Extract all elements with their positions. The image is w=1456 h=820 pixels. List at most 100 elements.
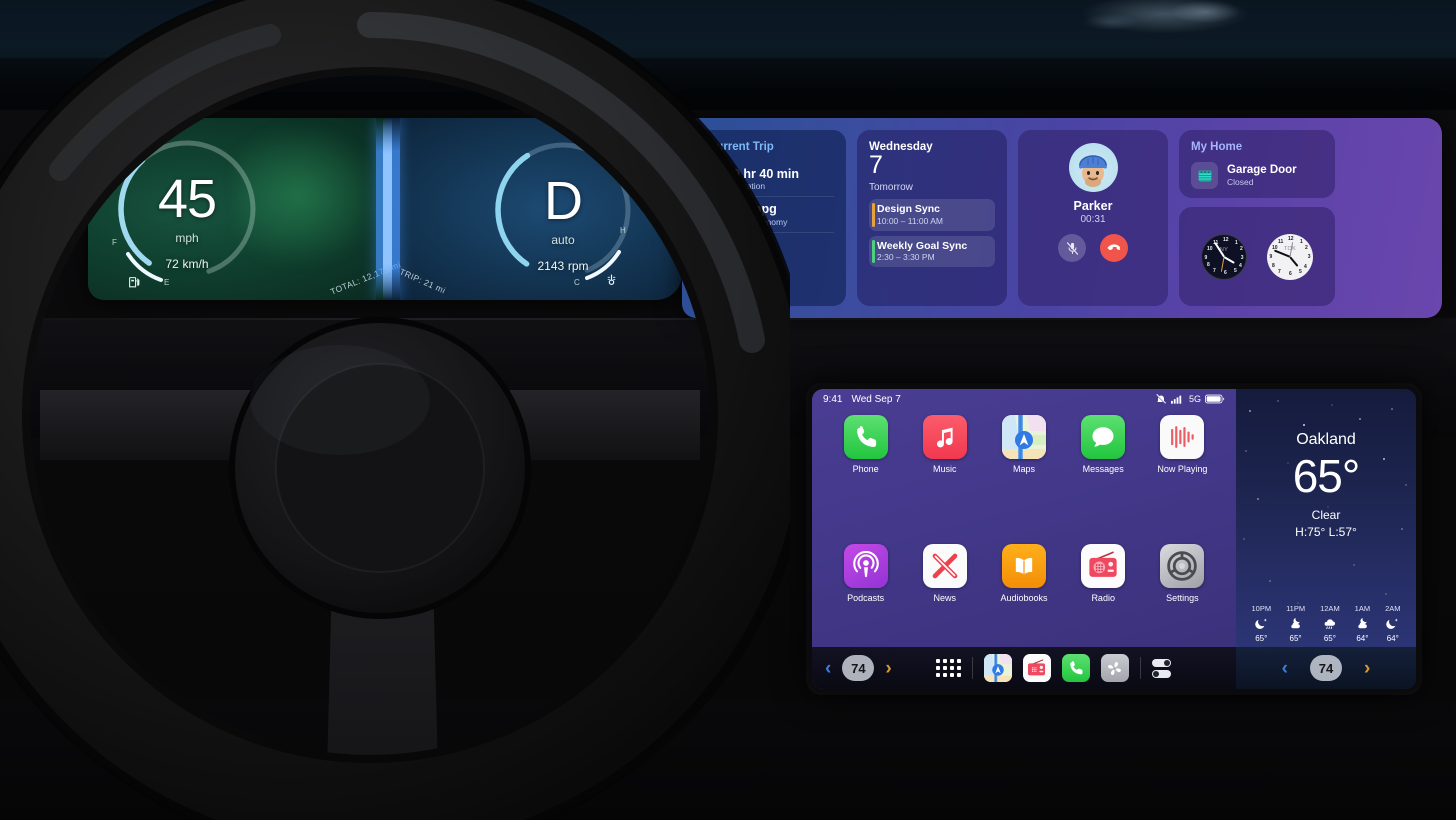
current-trip-widget[interactable]: Current Trip 0 hr 40 min Duration 32 mpg… xyxy=(696,130,846,306)
trip-duration-value: 0 hr 40 min xyxy=(733,167,799,181)
speed-unit: mph xyxy=(175,231,199,245)
my-home-title: My Home xyxy=(1191,141,1243,153)
speed-kmh-unit: km/h xyxy=(182,257,209,271)
route-icon xyxy=(710,243,723,257)
event-title: Weekly Goal Sync xyxy=(877,239,968,252)
dock-divider xyxy=(1139,657,1141,679)
music-note-icon xyxy=(922,415,967,459)
stopwatch-icon xyxy=(710,171,723,187)
lower-console xyxy=(0,700,1456,820)
app-music[interactable]: Music xyxy=(905,415,984,544)
app-label: Phone xyxy=(852,464,879,474)
app-label: Music xyxy=(933,464,957,474)
avatar xyxy=(1068,143,1118,192)
calendar-date: 7 xyxy=(869,151,883,179)
home-clocks-column: My Home Garage Door Closed NY 12 3 6 9 1… xyxy=(1179,130,1335,306)
hourly-time: 10PM xyxy=(1251,604,1272,613)
podcasts-icon xyxy=(843,544,888,588)
app-label: Settings xyxy=(1166,593,1199,603)
status-date: Wed Sep 7 xyxy=(851,393,901,405)
hourly-temp: 64° xyxy=(1356,634,1369,643)
gear-value: D xyxy=(544,171,583,231)
center-display-bezel: 9:41 Wed Sep 7 5G Phone Music Maps Messa… xyxy=(808,385,1420,693)
calendar-section-label: Tomorrow xyxy=(869,182,913,194)
weather-high-low: H:75° L:57° xyxy=(1295,525,1357,539)
fuel-empty-label: E xyxy=(164,278,170,287)
my-home-widget[interactable]: My Home Garage Door Closed xyxy=(1179,130,1335,198)
temperature-passenger[interactable]: 74 xyxy=(1310,655,1342,681)
chevron-right-icon[interactable]: › xyxy=(885,659,891,678)
radio-icon xyxy=(1081,544,1126,588)
hourly-time: 11PM xyxy=(1286,604,1306,613)
passenger-climate-dock: ‹ 74 › xyxy=(1236,647,1416,689)
app-label: Radio xyxy=(1091,593,1115,603)
app-label: Messages xyxy=(1082,464,1124,474)
carplay-dashboard-scene: 45 mph 72 km/h F E TOTAL: 12,173 mi D au… xyxy=(0,0,1456,820)
dock-radio-icon[interactable] xyxy=(1022,654,1051,682)
maps-icon xyxy=(1001,415,1046,459)
widget-panel: Current Trip 0 hr 40 min Duration 32 mpg… xyxy=(682,118,1442,318)
dock-maps-icon[interactable] xyxy=(983,654,1012,682)
gear-gauge: D auto 2143 rpm H C xyxy=(483,130,643,290)
world-clock-tok: TOK 12 3 6 9 1 2 4 5 7 8 10 11 xyxy=(1267,233,1313,280)
hourly-item: 10PM 65° xyxy=(1251,604,1271,643)
hourly-temp: 64° xyxy=(1386,634,1399,643)
accessory-name: Garage Door xyxy=(1227,163,1297,176)
center-display: 9:41 Wed Sep 7 5G Phone Music Maps Messa… xyxy=(812,389,1416,689)
chevron-right-icon[interactable]: › xyxy=(1364,659,1370,678)
app-messages[interactable]: Messages xyxy=(1064,415,1143,544)
audiobooks-icon xyxy=(1001,544,1046,588)
hourly-temp: 65° xyxy=(1255,634,1268,643)
cellular-bars-icon xyxy=(1170,395,1182,404)
temp-cold-label: C xyxy=(574,278,581,287)
fuel-full-label: F xyxy=(112,238,118,247)
trip-row-fuel: 32 mpg Fuel Economy xyxy=(708,196,834,231)
instrument-cluster: 45 mph 72 km/h F E TOTAL: 12,173 mi D au… xyxy=(88,118,682,300)
calendar-widget[interactable]: Wednesday 7 Tomorrow Design Sync 10:00 –… xyxy=(857,130,1007,306)
calendar-event[interactable]: Weekly Goal Sync 2:30 – 3:30 PM xyxy=(869,235,995,268)
hourly-item: 11PM 65° xyxy=(1286,604,1305,643)
temperature-driver[interactable]: 74 xyxy=(842,655,875,681)
active-call-widget[interactable]: Parker 00:31 xyxy=(1018,130,1168,306)
cloud-rain-icon xyxy=(1325,619,1336,630)
caller-name: Parker xyxy=(1073,199,1113,213)
memoji-avatar xyxy=(1079,154,1107,187)
hourly-temp: 65° xyxy=(1289,634,1302,643)
rpm-unit: rpm xyxy=(567,259,589,273)
world-clocks-widget[interactable]: NY 12 3 6 9 1 2 4 5 7 8 10 11 xyxy=(1179,207,1335,306)
moon-stars-icon xyxy=(1255,618,1267,629)
end-call-handset-icon xyxy=(1107,244,1121,251)
trip-fuel-label: Fuel Economy xyxy=(733,216,788,227)
chevron-left-icon[interactable]: ‹ xyxy=(1282,659,1288,678)
end-call-button[interactable] xyxy=(1100,234,1128,262)
app-label: Podcasts xyxy=(847,593,885,603)
status-network: 5G xyxy=(1188,394,1201,404)
app-phone[interactable]: Phone xyxy=(826,415,905,544)
trip-fuel-value: 32 mpg xyxy=(733,202,777,217)
cloud-moon-icon xyxy=(1358,617,1367,629)
bell-slash-icon xyxy=(1155,393,1167,405)
app-label: News xyxy=(933,593,957,603)
toggles-icon[interactable] xyxy=(1151,658,1171,678)
status-time: 9:41 xyxy=(823,393,843,405)
chevron-left-icon[interactable]: ‹ xyxy=(825,659,831,678)
weather-condition: Clear xyxy=(1311,508,1341,522)
garage-door-icon[interactable] xyxy=(1191,162,1218,189)
dock-phone-icon[interactable] xyxy=(1061,654,1090,682)
clock-hour-hand xyxy=(1223,255,1235,264)
hourly-temp: 65° xyxy=(1323,634,1336,643)
hourly-item: 12AM 65° xyxy=(1320,604,1340,643)
current-trip-title: Current Trip xyxy=(708,141,774,153)
app-maps[interactable]: Maps xyxy=(984,415,1063,544)
fuel-pump-icon xyxy=(129,277,140,288)
hourly-time: 2AM xyxy=(1385,604,1401,613)
weather-hourly-forecast: 10PM 65° 11PM 65° 12AM 65° 1AM 64° 2AM 6… xyxy=(1236,604,1416,643)
weather-temperature: 65° xyxy=(1292,450,1361,502)
calendar-event[interactable]: Design Sync 10:00 – 11:00 AM xyxy=(869,199,995,231)
app-now-playing[interactable]: Now Playing xyxy=(1143,415,1222,544)
mute-call-button[interactable] xyxy=(1058,234,1086,262)
event-time: 10:00 – 11:00 AM xyxy=(877,215,944,226)
dock-divider xyxy=(971,657,973,679)
app-grid-icon[interactable] xyxy=(935,659,961,677)
dock-climate-fan-icon[interactable] xyxy=(1100,654,1129,682)
